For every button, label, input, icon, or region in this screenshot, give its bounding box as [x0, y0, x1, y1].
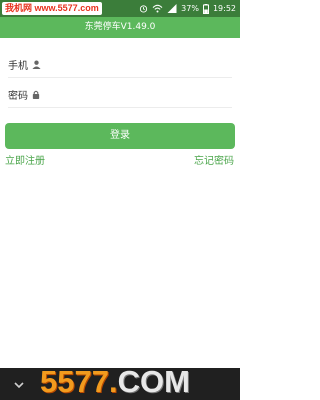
status-icons: 37% 19:52 [139, 3, 236, 14]
lock-icon [32, 90, 40, 99]
watermark-logo: 5577.COM [40, 366, 190, 398]
forgot-password-link[interactable]: 忘记密码 [194, 155, 234, 169]
chevron-down-icon[interactable] [12, 378, 26, 392]
signal-icon [167, 4, 177, 13]
password-label: 密码 [8, 90, 28, 102]
page-title: 东莞停车V1.49.0 [84, 22, 156, 32]
watermark-logo-main: 5577. [40, 364, 118, 399]
watermark-text: 我机网 www.5577.com [2, 2, 102, 15]
password-field[interactable]: 密码 [8, 81, 232, 108]
alarm-icon [140, 5, 148, 13]
login-button[interactable]: 登录 [5, 123, 235, 149]
battery-percent: 37% [181, 4, 199, 13]
phone-field[interactable]: 手机 [8, 51, 232, 78]
status-bar: 我机网 www.5577.com 37% 19:52 [0, 0, 240, 17]
clock: 19:52 [212, 4, 236, 13]
watermark-logo-com: COM [117, 364, 190, 399]
wifi-icon [152, 4, 163, 13]
phone-label: 手机 [8, 60, 28, 72]
register-link[interactable]: 立即注册 [5, 155, 45, 169]
user-icon [32, 60, 41, 69]
battery-icon [202, 3, 209, 14]
app-bar: 东莞停车V1.49.0 [0, 17, 240, 38]
